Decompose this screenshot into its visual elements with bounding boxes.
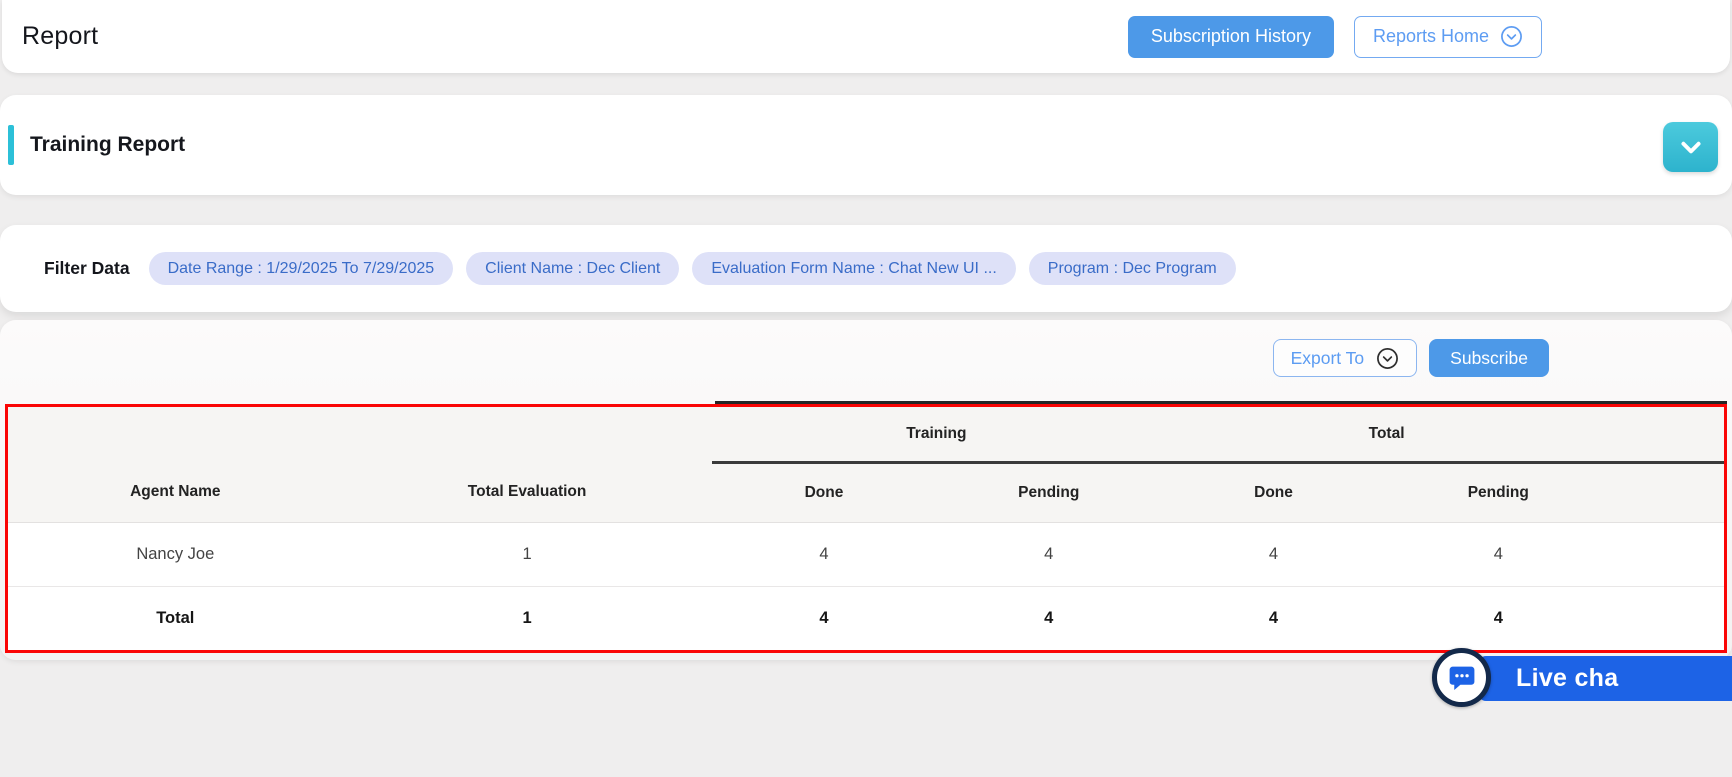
table-cell: 4 [936,522,1161,586]
subscribe-button[interactable]: Subscribe [1429,339,1549,377]
table-cell-spacer [1611,586,1724,650]
training-report-card: Training Report [0,95,1732,195]
column-header: Done [1161,462,1386,522]
chevron-down-icon [1678,134,1704,160]
export-to-button[interactable]: Export To [1273,339,1418,377]
column-header: Pending [936,462,1161,522]
chat-bubble-icon [1446,662,1478,694]
column-header: Pending [1386,462,1611,522]
column-header: Agent Name [8,462,343,522]
training-report-table: Training Total Agent NameTotal Evaluatio… [5,404,1727,653]
group-header-row: Training Total [8,407,1724,462]
report-toolbar: Export To Subscribe [1273,339,1549,377]
table-cell: 4 [712,522,937,586]
column-header-spacer [1611,462,1724,522]
accent-bar [8,125,14,165]
column-header-row: Agent NameTotal EvaluationDonePendingDon… [8,462,1724,522]
table-cell: 4 [936,586,1161,650]
report-content-card: Export To Subscribe Training Total [0,320,1732,660]
table-cell: 1 [343,586,712,650]
reports-home-label: Reports Home [1373,26,1489,47]
group-header-top-border [715,401,1727,404]
section-title: Training Report [30,133,185,157]
table-cell: 4 [1386,586,1611,650]
group-header-spacer [8,407,712,462]
page-title: Report [22,22,98,51]
column-header: Total Evaluation [343,462,712,522]
group-header-training: Training [712,407,1162,462]
column-header: Done [712,462,937,522]
table-cell: Nancy Joe [8,522,343,586]
table-cell: Total [8,586,343,650]
live-chat-bubble-icon[interactable] [1432,648,1491,707]
table-total-row: Total14444 [8,586,1724,650]
filter-pill[interactable]: Evaluation Form Name : Chat New UI ... [692,252,1015,285]
table-cell: 4 [712,586,937,650]
filter-data-label: Filter Data [44,258,130,279]
live-chat-label[interactable]: Live cha [1478,656,1732,701]
table-row: Nancy Joe14444 [8,522,1724,586]
filter-pill[interactable]: Date Range : 1/29/2025 To 7/29/2025 [149,252,454,285]
subscription-history-button[interactable]: Subscription History [1128,16,1334,58]
collapse-toggle-button[interactable] [1663,122,1718,172]
chevron-down-circle-icon [1376,347,1399,370]
table-cell: 4 [1161,586,1386,650]
chevron-down-circle-icon [1500,25,1523,48]
table-cell: 4 [1161,522,1386,586]
table-cell: 4 [1386,522,1611,586]
group-header-total: Total [1161,407,1724,462]
filter-pill[interactable]: Program : Dec Program [1029,252,1236,285]
header-actions: Subscription History Reports Home [1128,16,1542,58]
table-cell-spacer [1611,522,1724,586]
table-cell: 1 [343,522,712,586]
live-chat-widget[interactable]: Live cha [1432,648,1732,708]
export-to-label: Export To [1291,348,1365,369]
filter-pills: Date Range : 1/29/2025 To 7/29/2025 Clien… [149,252,1236,285]
reports-home-button[interactable]: Reports Home [1354,16,1542,58]
page-header: Report Subscription History Reports Home [2,0,1730,73]
filter-pill[interactable]: Client Name : Dec Client [466,252,679,285]
filter-card: Filter Data Date Range : 1/29/2025 To 7/… [0,225,1732,312]
